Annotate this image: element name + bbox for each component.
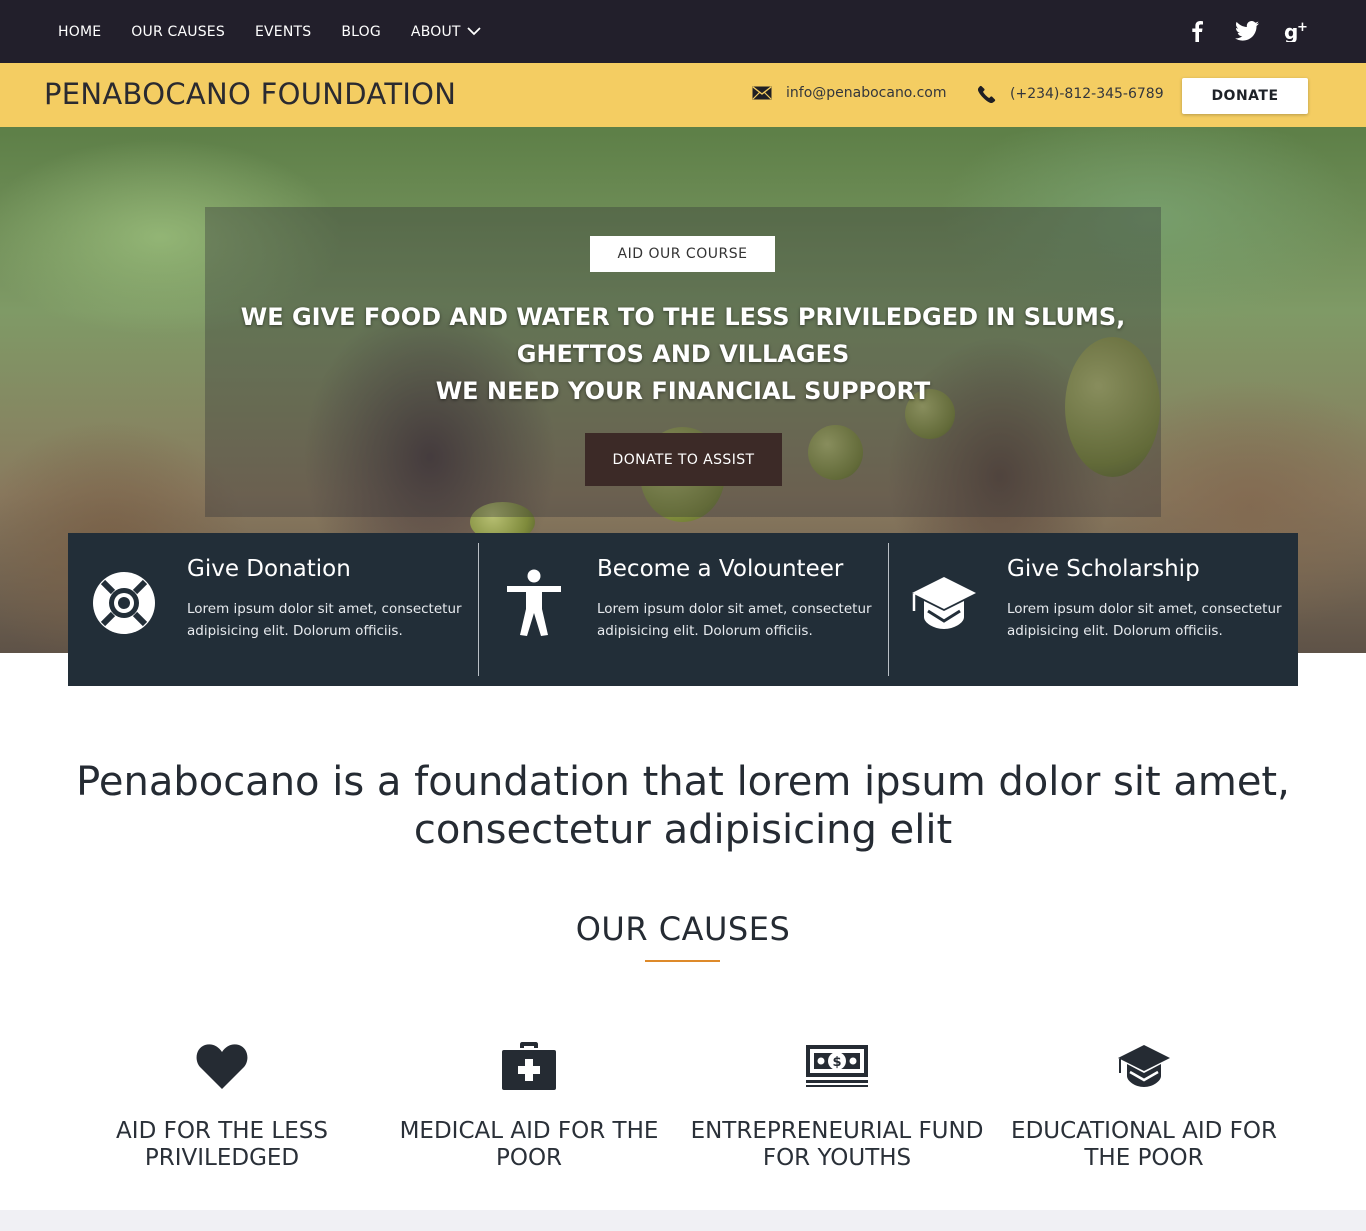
heart-icon [72, 1036, 372, 1096]
graduation-cap-icon [908, 567, 980, 639]
google-plus-icon[interactable]: g + [1284, 18, 1310, 44]
envelope-icon [752, 86, 772, 100]
graduation-cap-icon [994, 1036, 1294, 1096]
donate-button[interactable]: DONATE [1182, 78, 1308, 114]
chevron-down-icon [467, 24, 481, 40]
facebook-icon[interactable] [1184, 18, 1210, 44]
intro-statement: Penabocano is a foundation that lorem ip… [76, 759, 1290, 853]
footer-band [0, 1210, 1366, 1231]
feature-title: Give Scholarship [1007, 556, 1200, 582]
nav-home[interactable]: HOME [58, 24, 101, 40]
hero-headline-line-1: WE GIVE FOOD AND WATER TO THE LESS PRIVI… [240, 303, 1126, 331]
feature-strip: Give Donation Lorem ipsum dolor sit amet… [68, 533, 1298, 686]
hero-headline-line-2: GHETTOS AND VILLAGES [516, 340, 850, 368]
contact-phone: (+234)-812-345-6789 [978, 85, 1164, 103]
brand-bar: PENABOCANO FOUNDATION info@penabocano.co… [0, 63, 1366, 127]
causes-heading-underline [645, 960, 720, 962]
email-text[interactable]: info@penabocano.com [786, 85, 946, 101]
person-icon [498, 567, 570, 639]
feature-text: Lorem ipsum dolor sit amet, consectetur … [1007, 601, 1282, 639]
svg-text:+: + [1297, 20, 1308, 35]
cause-label: AID FOR THE LESS PRIVILEDGED [116, 1118, 328, 1171]
svg-text:$: $ [832, 1055, 841, 1070]
hero-headline: WE GIVE FOOD AND WATER TO THE LESS PRIVI… [205, 299, 1161, 410]
feature-text: Lorem ipsum dolor sit amet, consectetur … [597, 601, 872, 639]
nav-our-causes[interactable]: OUR CAUSES [131, 24, 225, 40]
feature-give-donation[interactable]: Give Donation Lorem ipsum dolor sit amet… [68, 533, 478, 686]
lifebuoy-icon [88, 567, 160, 639]
contact-email: info@penabocano.com [752, 85, 946, 101]
cause-card[interactable]: EDUCATIONAL AID FOR THE POOR [994, 1036, 1294, 1172]
medical-kit-icon [379, 1036, 679, 1096]
cause-card[interactable]: $ ENTREPRENEURIAL FUND FOR YOUTHS [687, 1036, 987, 1172]
nav-about[interactable]: ABOUT [411, 24, 481, 40]
feature-text: Lorem ipsum dolor sit amet, consectetur … [187, 601, 462, 639]
nav-about-label: ABOUT [410, 23, 461, 40]
phone-icon [978, 85, 996, 103]
causes-heading: OUR CAUSES [575, 910, 791, 948]
feature-title: Give Donation [187, 556, 351, 582]
nav-blog[interactable]: BLOG [341, 24, 381, 40]
aid-our-course-button[interactable]: AID OUR COURSE [590, 236, 775, 272]
feature-become-volunteer[interactable]: Become a Volounteer Lorem ipsum dolor si… [478, 533, 888, 686]
donate-to-assist-button[interactable]: DONATE TO ASSIST [585, 433, 782, 486]
site-logo[interactable]: PENABOCANO FOUNDATION [44, 77, 456, 111]
twitter-icon[interactable] [1234, 18, 1260, 44]
feature-title: Become a Volounteer [597, 556, 844, 582]
hero-headline-line-3: WE NEED YOUR FINANCIAL SUPPORT [435, 377, 931, 405]
nav-events[interactable]: EVENTS [255, 24, 311, 40]
money-icon: $ [687, 1036, 987, 1096]
top-navigation: HOME OUR CAUSES EVENTS BLOG ABOUT g + [0, 0, 1366, 63]
social-links: g + [1160, 18, 1310, 44]
cause-card[interactable]: MEDICAL AID FOR THE POOR [379, 1036, 679, 1172]
phone-text[interactable]: (+234)-812-345-6789 [1010, 86, 1164, 102]
feature-give-scholarship[interactable]: Give Scholarship Lorem ipsum dolor sit a… [888, 533, 1298, 686]
cause-card[interactable]: AID FOR THE LESS PRIVILEDGED [72, 1036, 372, 1172]
cause-label: ENTREPRENEURIAL FUND FOR YOUTHS [690, 1118, 984, 1171]
cause-label: EDUCATIONAL AID FOR THE POOR [1011, 1118, 1277, 1171]
main-menu: HOME OUR CAUSES EVENTS BLOG ABOUT [58, 0, 511, 63]
cause-label: MEDICAL AID FOR THE POOR [399, 1118, 659, 1171]
